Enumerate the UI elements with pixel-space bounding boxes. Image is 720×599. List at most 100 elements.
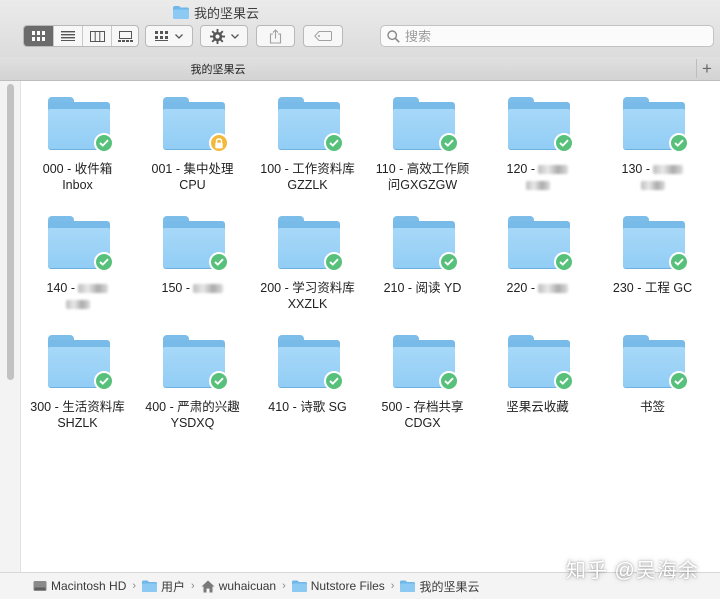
tags-button[interactable] — [303, 25, 343, 47]
folder-item[interactable]: 001 - 集中处理 CPU — [135, 81, 250, 192]
tag-icon — [314, 31, 332, 41]
path-crumb[interactable]: 我的坚果云 — [400, 578, 479, 595]
path-crumb[interactable]: Nutstore Files — [291, 579, 385, 593]
checkmark-icon — [99, 377, 109, 385]
folder-item[interactable]: 400 - 严肃的兴趣 YSDXQ — [135, 319, 250, 430]
folder-label: 120 - — [480, 161, 595, 193]
gallery-view-button[interactable] — [111, 26, 138, 46]
checkmark-icon — [559, 258, 569, 266]
window-title-text: 我的坚果云 — [194, 5, 260, 21]
group-by-button[interactable] — [145, 25, 193, 47]
folder-label: 100 - 工作资料库 GZZLK — [250, 161, 365, 193]
checkmark-icon — [329, 139, 339, 147]
tab-current[interactable]: 我的坚果云 — [0, 57, 696, 80]
path-crumb-label: Macintosh HD — [51, 579, 127, 593]
sync-status-badge — [439, 371, 459, 391]
folder-label: 220 - — [480, 280, 595, 296]
folder-item[interactable]: 坚果云收藏 — [480, 319, 595, 429]
folder-label-line1: 500 - 存档共享 — [381, 400, 464, 414]
chevron-right-icon: › — [390, 580, 395, 592]
sync-status-badge — [324, 133, 344, 153]
folder-item[interactable]: 200 - 学习资料库 XXZLK — [250, 200, 365, 311]
folder-item[interactable]: 230 - 工程 GC — [595, 200, 710, 310]
path-crumb[interactable]: wuhaicuan — [201, 579, 276, 593]
chevron-right-icon: › — [191, 580, 195, 592]
tab-bar: 我的坚果云 + — [0, 57, 720, 81]
folder-label-line1: 书签 — [639, 400, 665, 414]
checkmark-icon — [674, 139, 684, 147]
folder-label: 210 - 阅读 YD — [365, 280, 480, 296]
chevron-down-icon — [175, 33, 183, 39]
path-crumb[interactable]: 用户 — [142, 578, 185, 595]
window-title: 我的坚果云 — [173, 3, 259, 21]
icon-view-button[interactable] — [24, 26, 53, 46]
folder-icon — [173, 5, 189, 19]
sync-status-badge — [439, 252, 459, 272]
hard-drive-icon — [33, 580, 47, 592]
checkmark-icon — [674, 377, 684, 385]
sync-status-badge — [209, 371, 229, 391]
folder-item[interactable]: 300 - 生活资料库 SHZLK — [20, 319, 135, 430]
folder-label-line2: XXZLK — [287, 297, 328, 311]
column-view-icon — [89, 30, 105, 42]
new-tab-button[interactable]: + — [696, 59, 717, 78]
sync-status-badge — [554, 371, 574, 391]
grid-view-icon — [31, 31, 45, 41]
folder-item[interactable]: 书签 — [595, 319, 710, 429]
checkmark-icon — [559, 139, 569, 147]
folder-icon — [142, 580, 158, 592]
folder-label-line2: SHZLK — [57, 416, 98, 430]
checkmark-icon — [99, 258, 109, 266]
folder-label-line2: CPU — [179, 178, 206, 192]
folder-label-line1: 140 - — [46, 281, 79, 295]
checkmark-icon — [214, 258, 224, 266]
redaction-blur — [78, 284, 109, 294]
checkmark-icon — [444, 377, 454, 385]
folder-item[interactable]: 100 - 工作资料库 GZZLK — [250, 81, 365, 193]
lock-icon — [215, 137, 223, 148]
sync-status-badge — [554, 133, 574, 153]
checkmark-icon — [444, 258, 454, 266]
folder-label-line2: CDGX — [404, 416, 441, 430]
sync-status-badge — [439, 133, 459, 153]
folder-item[interactable]: 220 - — [480, 200, 595, 310]
folder-label-line2: Inbox — [62, 178, 93, 192]
search-field[interactable] — [380, 25, 714, 47]
redaction-blur — [640, 181, 665, 191]
tab-title: 我的坚果云 — [190, 63, 246, 76]
folder-item[interactable]: 500 - 存档共享 CDGX — [365, 319, 480, 430]
folder-item[interactable]: 130 - — [595, 81, 710, 191]
folder-label: 410 - 诗歌 SG — [250, 399, 365, 415]
redaction-blur — [538, 165, 569, 175]
folder-item[interactable]: 140 - — [20, 200, 135, 310]
redaction-blur — [193, 284, 224, 294]
folder-label-line1: 410 - 诗歌 SG — [268, 400, 347, 414]
watermark: 知乎 @吴海余 — [566, 560, 699, 582]
column-view-button[interactable] — [82, 26, 111, 46]
folder-item[interactable]: 150 - — [135, 200, 250, 310]
folder-item[interactable]: 120 - — [480, 81, 595, 191]
folder-item[interactable]: 210 - 阅读 YD — [365, 200, 480, 310]
folder-item[interactable]: 110 - 高效工作顾 问GXGZGW — [365, 81, 480, 192]
folder-label: 140 - — [20, 280, 135, 312]
list-view-button[interactable] — [53, 26, 82, 46]
search-input[interactable] — [405, 28, 685, 44]
sync-status-badge — [554, 252, 574, 272]
folder-label-line1: 150 - — [161, 281, 194, 295]
share-button[interactable] — [256, 25, 295, 47]
folder-label-line2: 问GXGZGW — [387, 178, 458, 192]
redaction-blur — [525, 181, 550, 191]
folder-label-line1: 110 - 高效工作顾 — [375, 162, 470, 176]
folder-label: 150 - — [135, 280, 250, 296]
vertical-scrollbar[interactable] — [7, 84, 14, 380]
checkmark-icon — [99, 139, 109, 147]
checkmark-icon — [329, 258, 339, 266]
action-button[interactable] — [200, 25, 248, 47]
path-crumb[interactable]: Macintosh HD — [33, 579, 126, 593]
folder-item[interactable]: 410 - 诗歌 SG — [250, 319, 365, 429]
view-mode-control — [23, 25, 139, 47]
folder-grid: 000 - 收件箱 Inbox 001 - 集中处理 CPU 100 - 工作资料库 GZ… — [20, 81, 720, 572]
folder-item[interactable]: 000 - 收件箱 Inbox — [20, 81, 135, 192]
sync-status-badge — [669, 133, 689, 153]
arrange-icon — [155, 31, 168, 41]
